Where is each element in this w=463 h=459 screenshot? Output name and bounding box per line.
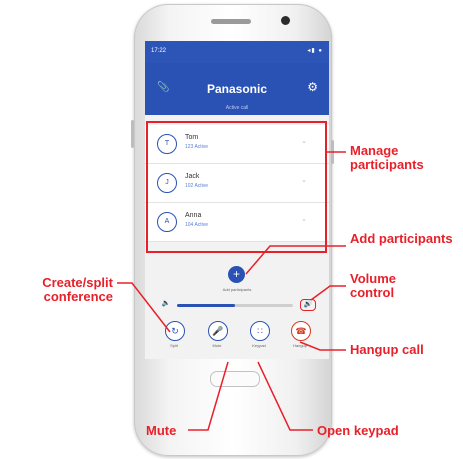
callout-hangup-call: Hangup call <box>350 342 424 357</box>
callout-manage-participants: Manage participants <box>350 143 424 172</box>
callout-mute: Mute <box>146 423 177 438</box>
callout-volume-control: Volume control <box>350 271 396 300</box>
callout-create-split-conference: Create/split conference <box>42 275 113 304</box>
callout-add-participants: Add participants <box>350 231 453 246</box>
callout-open-keypad: Open keypad <box>317 423 399 438</box>
callout-lines <box>117 151 346 431</box>
